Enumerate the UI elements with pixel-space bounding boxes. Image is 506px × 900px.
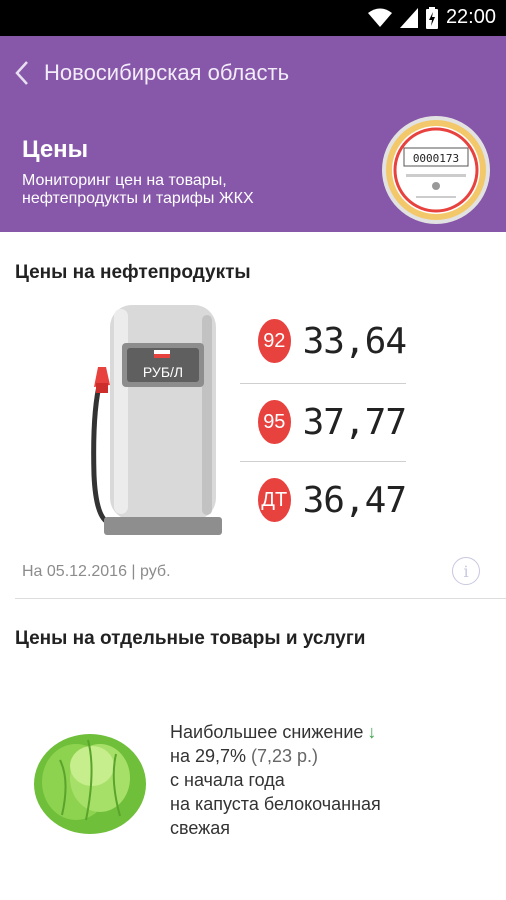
divider: [240, 383, 406, 384]
fact-item-prefix: на: [170, 794, 190, 814]
hero-subtitle-line2: нефтепродукты и тарифы ЖКХ: [22, 190, 254, 207]
status-bar: 22:00: [0, 0, 506, 36]
app-bar: Новосибирская область: [0, 36, 506, 110]
signal-icon: [399, 7, 418, 28]
goods-section-title: Цены на отдельные товары и услуги: [15, 628, 366, 649]
pump-unit-label: РУБ/Л: [143, 364, 183, 380]
hero-subtitle: Мониторинг цен на товары, нефтепродукты …: [22, 172, 352, 208]
fact-item-line1: капуста белокочанная: [194, 794, 381, 814]
fact-change-row: на 29,7% (7,23 р.): [170, 744, 490, 768]
fuel-section-title: Цены на нефтепродукты: [15, 262, 251, 283]
prices-date-note: На 05.12.2016 | руб.: [22, 563, 171, 580]
fuel-grade-badge: ДТ: [258, 478, 291, 522]
fuel-price-value: 36,47: [302, 479, 407, 521]
fuel-price-row-92: 92 33,64: [240, 306, 407, 376]
section-divider: [15, 598, 506, 599]
fact-headline-row: Наибольшее снижение ↓: [170, 720, 490, 744]
meter-reading: 0000173: [413, 152, 459, 165]
fuel-pump-illustration: РУБ/Л: [91, 305, 222, 535]
hero-banner: Цены Мониторинг цен на товары, нефтепрод…: [0, 110, 506, 232]
fuel-grade-badge: 95: [258, 400, 291, 444]
price-change-card: Наибольшее снижение ↓ на 29,7% (7,23 р.) …: [170, 720, 490, 840]
fuel-price-value: 37,77: [302, 401, 407, 443]
fact-item-line2: свежая: [170, 818, 230, 838]
wifi-icon: [367, 8, 392, 27]
region-title[interactable]: Новосибирская область: [44, 60, 289, 86]
divider: [240, 461, 406, 462]
fuel-price-row-95: 95 37,77: [240, 387, 407, 457]
battery-icon: [425, 6, 438, 29]
fuel-grade-badge: 92: [258, 319, 291, 363]
chevron-left-icon: [15, 61, 28, 85]
hero-subtitle-line1: Мониторинг цен на товары,: [22, 172, 227, 189]
utility-meter-icon: 0000173: [382, 116, 490, 224]
fuel-price-row-dt: ДТ 36,47: [240, 465, 407, 535]
back-button[interactable]: [0, 36, 44, 110]
fact-period: с начала года: [170, 770, 285, 790]
info-icon[interactable]: i: [452, 557, 480, 585]
fact-headline: Наибольшее снижение: [170, 722, 364, 742]
status-time: 22:00: [445, 6, 496, 28]
fact-item-row: на капуста белокочанная: [170, 792, 490, 816]
status-icons: 22:00: [367, 6, 496, 29]
hero-title: Цены: [22, 136, 89, 163]
cabbage-image: [34, 734, 146, 834]
fuel-price-value: 33,64: [302, 320, 407, 362]
fact-change: на 29,7%: [170, 746, 246, 766]
fact-change-abs: (7,23 р.): [251, 746, 319, 766]
arrow-down-icon: ↓: [367, 722, 377, 742]
